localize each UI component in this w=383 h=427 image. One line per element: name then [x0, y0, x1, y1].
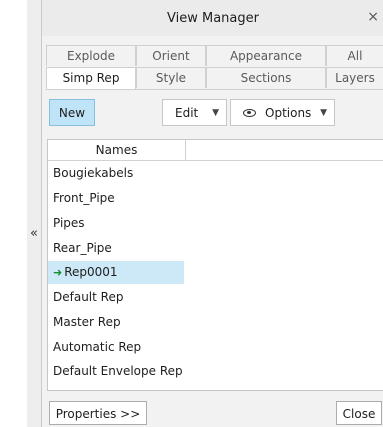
tab-layers[interactable]: Layers: [326, 67, 383, 88]
representation-list: Names Bougiekabels Front_Pipe Pipes Rear…: [47, 139, 383, 391]
chevron-down-icon: ▼: [212, 108, 219, 118]
list-item[interactable]: Master Rep: [48, 311, 184, 334]
eye-icon: [243, 109, 256, 117]
tab-row-bottom: Simp Rep Style Sections Layers: [46, 67, 383, 89]
close-button-label: Close: [342, 407, 376, 421]
view-manager-dialog: View Manager × Explode Orient Appearance…: [41, 0, 383, 427]
edit-dropdown-button[interactable]: Edit ▼: [162, 99, 227, 126]
properties-button-label: Properties >>: [55, 407, 141, 421]
names-column-header[interactable]: Names: [48, 140, 186, 160]
chevron-down-icon: ▼: [320, 108, 327, 118]
tab-sections[interactable]: Sections: [206, 67, 326, 88]
list-item[interactable]: Bougiekabels: [48, 162, 184, 185]
left-side-strip: [0, 0, 27, 427]
new-button[interactable]: New: [49, 99, 95, 126]
list-item[interactable]: Default Rep: [48, 286, 184, 309]
new-button-label: New: [58, 106, 86, 120]
list-item[interactable]: Rear_Pipe: [48, 237, 184, 260]
list-column-header: Names: [48, 140, 383, 161]
tab-simp-rep[interactable]: Simp Rep: [46, 67, 136, 89]
list-item-label: Rep0001: [64, 265, 118, 279]
tab-divider: [46, 89, 383, 90]
collapse-panel-button[interactable]: «: [27, 0, 41, 427]
list-item[interactable]: Front_Pipe: [48, 187, 184, 210]
green-arrow-icon: ➜: [53, 266, 63, 279]
close-icon[interactable]: ×: [367, 9, 379, 25]
tab-appearance[interactable]: Appearance: [206, 45, 326, 66]
list-item[interactable]: Default Envelope Rep: [48, 360, 184, 383]
list-item[interactable]: Automatic Rep: [48, 336, 184, 359]
close-button[interactable]: Close: [336, 401, 382, 425]
tab-orient[interactable]: Orient: [136, 45, 206, 66]
tab-style[interactable]: Style: [136, 67, 206, 88]
dialog-title: View Manager: [167, 11, 259, 26]
properties-button[interactable]: Properties >>: [49, 401, 147, 425]
title-bar: View Manager ×: [42, 0, 383, 36]
tab-all[interactable]: All: [326, 45, 383, 66]
double-chevron-left-icon: «: [30, 226, 38, 241]
edit-button-label: Edit: [175, 106, 199, 120]
list-item[interactable]: Pipes: [48, 212, 184, 235]
tab-row-top: Explode Orient Appearance All: [46, 45, 383, 67]
tab-explode[interactable]: Explode: [46, 45, 136, 66]
options-button-label: Options: [265, 106, 312, 120]
options-dropdown-button[interactable]: Options ▼: [230, 99, 335, 126]
list-item-selected[interactable]: ➜ Rep0001: [48, 261, 184, 284]
